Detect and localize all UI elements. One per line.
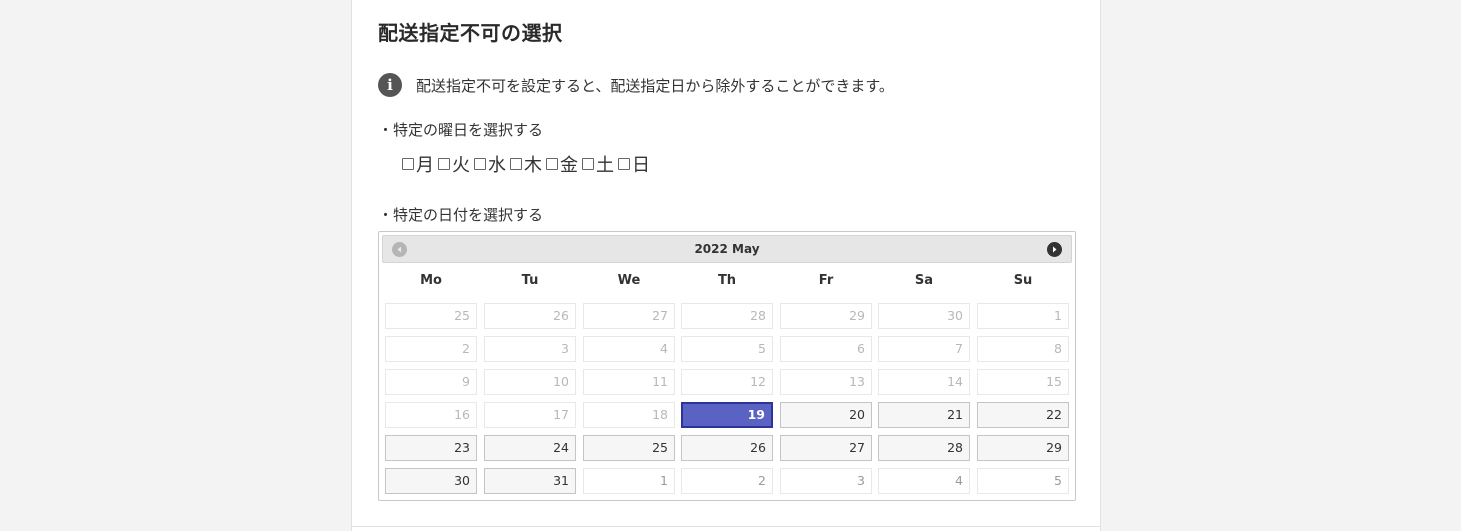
weekday-checkbox[interactable] xyxy=(546,158,558,170)
day-cell[interactable]: 20 xyxy=(780,402,872,428)
day-cell: 25 xyxy=(385,303,477,329)
day-cell[interactable]: 5 xyxy=(977,468,1069,494)
weekday-checkbox[interactable] xyxy=(618,158,630,170)
weekday-checkbox[interactable] xyxy=(438,158,450,170)
day-cell: 10 xyxy=(484,369,576,395)
weekday-header: Tu xyxy=(521,273,539,288)
day-cell: 6 xyxy=(780,336,872,362)
day-cell: 3 xyxy=(484,336,576,362)
day-cell: 1 xyxy=(977,303,1069,329)
day-cell: 8 xyxy=(977,336,1069,362)
day-cell: 4 xyxy=(583,336,675,362)
day-cell[interactable]: 29 xyxy=(977,435,1069,461)
weekday-option[interactable]: 水 xyxy=(474,151,506,177)
day-cell: 13 xyxy=(780,369,872,395)
weekday-header: Th xyxy=(717,273,737,288)
day-cell: 18 xyxy=(583,402,675,428)
day-cell[interactable]: 27 xyxy=(780,435,872,461)
weekday-checkbox[interactable] xyxy=(402,158,414,170)
day-cell: 7 xyxy=(878,336,970,362)
day-cell: 2 xyxy=(385,336,477,362)
day-cell: 27 xyxy=(583,303,675,329)
day-cell[interactable]: 2 xyxy=(681,468,773,494)
info-icon: i xyxy=(378,73,402,97)
weekday-header: Mo xyxy=(420,273,442,288)
day-cell: 12 xyxy=(681,369,773,395)
day-cell[interactable]: 31 xyxy=(484,468,576,494)
day-cell[interactable]: 23 xyxy=(385,435,477,461)
day-cell[interactable]: 26 xyxy=(681,435,773,461)
day-cell[interactable]: 4 xyxy=(878,468,970,494)
day-cell: 14 xyxy=(878,369,970,395)
page-title: 配送指定不可の選択 xyxy=(378,21,563,45)
day-cell: 17 xyxy=(484,402,576,428)
weekday-option[interactable]: 月 xyxy=(402,151,434,177)
day-cell[interactable]: 1 xyxy=(583,468,675,494)
weekday-checkbox[interactable] xyxy=(582,158,594,170)
day-cell: 30 xyxy=(878,303,970,329)
weekday-label: 土 xyxy=(596,155,614,176)
day-cell: 5 xyxy=(681,336,773,362)
day-cell[interactable]: 3 xyxy=(780,468,872,494)
weekday-header: Fr xyxy=(818,273,834,288)
weekday-header: Sa xyxy=(914,273,934,288)
weekday-label: 月 xyxy=(416,155,434,176)
weekday-header: We xyxy=(617,273,641,288)
weekday-label: 日 xyxy=(632,155,650,176)
day-cell[interactable]: 25 xyxy=(583,435,675,461)
weekday-option[interactable]: 日 xyxy=(618,151,650,177)
info-text: 配送指定不可を設定すると、配送指定日から除外することができます。 xyxy=(416,76,894,95)
settings-panel: 配送指定不可の選択 i 配送指定不可を設定すると、配送指定日から除外することがで… xyxy=(351,0,1101,531)
weekday-section-label: ・特定の曜日を選択する xyxy=(378,121,544,139)
weekday-option[interactable]: 土 xyxy=(582,151,614,177)
weekday-label: 火 xyxy=(452,155,470,176)
day-cell: 16 xyxy=(385,402,477,428)
weekday-label: 水 xyxy=(488,155,506,176)
weekday-header: Su xyxy=(1013,273,1033,288)
weekday-checkbox[interactable] xyxy=(510,158,522,170)
day-cell: 29 xyxy=(780,303,872,329)
day-cell[interactable]: 24 xyxy=(484,435,576,461)
datepicker: 2022 May Mo Tu We Th Fr Sa Su 25 26 27 28 29 30 1 2 3 4 5… xyxy=(378,231,1076,501)
day-cell[interactable]: 21 xyxy=(878,402,970,428)
info-notice: i 配送指定不可を設定すると、配送指定日から除外することができます。 xyxy=(378,73,894,97)
day-cell[interactable]: 30 xyxy=(385,468,477,494)
panel-divider xyxy=(352,526,1100,527)
day-cell: 9 xyxy=(385,369,477,395)
weekday-option[interactable]: 火 xyxy=(438,151,470,177)
day-cell: 15 xyxy=(977,369,1069,395)
day-cell: 26 xyxy=(484,303,576,329)
weekday-checkbox-group: 月火水木金土日 xyxy=(402,151,654,177)
weekday-option[interactable]: 木 xyxy=(510,151,542,177)
weekday-label: 金 xyxy=(560,155,578,176)
weekday-option[interactable]: 金 xyxy=(546,151,578,177)
next-month-icon[interactable] xyxy=(1047,242,1062,257)
weekday-label: 木 xyxy=(524,155,542,176)
day-cell[interactable]: 22 xyxy=(977,402,1069,428)
date-section-label: ・特定の日付を選択する xyxy=(378,206,544,224)
day-cell-selected[interactable]: 19 xyxy=(681,402,773,428)
weekday-checkbox[interactable] xyxy=(474,158,486,170)
day-cell: 28 xyxy=(681,303,773,329)
datepicker-header: 2022 May xyxy=(382,235,1072,263)
day-cell: 11 xyxy=(583,369,675,395)
day-cell[interactable]: 28 xyxy=(878,435,970,461)
datepicker-title: 2022 May xyxy=(694,242,760,256)
